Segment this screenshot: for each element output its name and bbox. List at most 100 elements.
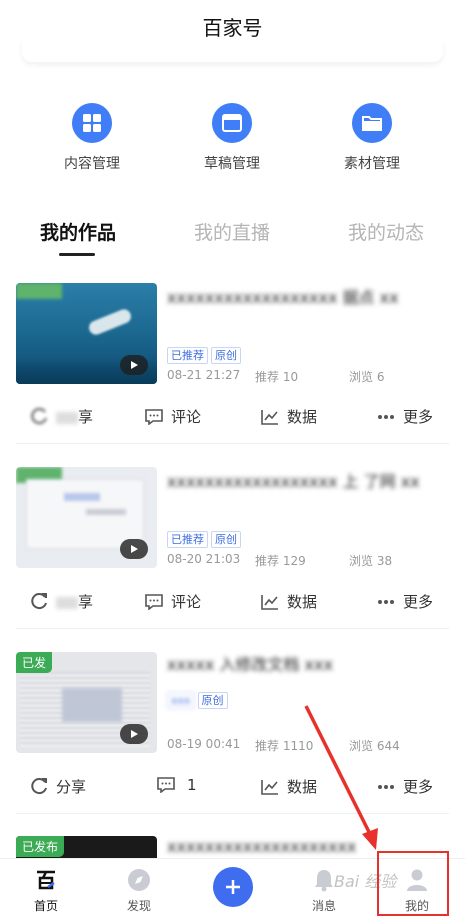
recommended-badge: 已推荐 (167, 347, 208, 364)
post-actions: 分享 1 数据 更多 (0, 776, 465, 816)
screenshot-content (64, 493, 100, 501)
original-badge: 原创 (211, 347, 241, 364)
play-icon (120, 539, 148, 559)
divider (16, 443, 449, 444)
more-button[interactable]: 更多 (377, 591, 433, 612)
post-meta: 08-19 00:41 推荐 1110 浏览 644 (167, 737, 452, 753)
draft-icon (212, 103, 252, 143)
comment-icon (145, 593, 163, 610)
recommended-badge: 已推荐 (167, 531, 208, 548)
post-date: 08-20 21:03 (167, 552, 241, 566)
page-title: 百家号 (202, 16, 263, 40)
post-recommend: 推荐 1110 (255, 739, 314, 753)
comment-label: 评论 (171, 593, 202, 611)
annotation-highlight-box (377, 851, 449, 916)
swimmer-figure (86, 307, 134, 337)
grid-icon (72, 103, 112, 143)
divider (16, 628, 449, 629)
data-label: 数据 (287, 778, 318, 796)
nav-home-label: 首页 (33, 899, 58, 913)
post-badges: xxx 原创 (167, 689, 231, 709)
post-thumbnail[interactable] (16, 283, 157, 384)
comment-label: 评论 (171, 408, 202, 426)
material-manage-button[interactable]: 素材管理 (312, 103, 432, 173)
share-icon (31, 407, 47, 424)
data-label: 数据 (287, 408, 318, 426)
share-button[interactable]: 享 (30, 406, 93, 427)
data-button[interactable]: 数据 (261, 776, 317, 797)
more-label: 更多 (403, 593, 434, 611)
post-badges: 已推荐 原创 (167, 528, 244, 548)
chart-line-icon (261, 779, 278, 795)
published-tag: 已发 (16, 652, 53, 673)
nav-messages-label: 消息 (311, 899, 336, 913)
post-badges: 已推荐 原创 (167, 344, 244, 364)
more-label: 更多 (403, 778, 434, 796)
post-recommend: 推荐 129 (255, 554, 306, 568)
post-title[interactable]: xxxxx 入修改文档 xxx (167, 652, 447, 677)
post-recommend: 推荐 10 (255, 370, 299, 384)
more-button[interactable]: 更多 (377, 776, 433, 797)
divider (16, 813, 449, 814)
original-badge: 原创 (211, 531, 241, 548)
comment-button[interactable]: 评论 (145, 406, 201, 427)
more-dots-icon (378, 784, 394, 789)
post-date: 08-19 00:41 (167, 737, 241, 751)
content-manage-button[interactable]: 内容管理 (32, 103, 152, 173)
share-label: 享 (78, 593, 94, 611)
folder-icon (352, 103, 392, 143)
original-badge: 原创 (197, 692, 228, 709)
comment-count: 1 (187, 776, 197, 794)
post-date: 08-21 21:27 (167, 368, 241, 382)
post-title[interactable]: xxxxxxxxxxxxxxxxxx 上 了网 xx (167, 469, 447, 494)
share-button[interactable]: 享 (30, 591, 93, 612)
post-thumbnail[interactable]: 已发布 (16, 836, 157, 858)
more-dots-icon (378, 599, 394, 604)
quick-action-label: 内容管理 (64, 156, 120, 172)
share-label: 享 (78, 408, 94, 426)
chart-line-icon (261, 409, 278, 425)
more-dots-icon (378, 414, 394, 419)
screenshot-content (86, 509, 126, 515)
plus-icon (226, 880, 240, 894)
comment-icon (145, 408, 163, 425)
tab-my-updates[interactable]: 我的动态 (348, 218, 424, 245)
nav-discover-label: 发现 (126, 899, 151, 913)
blurred-text (56, 411, 78, 424)
home-logo-icon (16, 867, 76, 893)
play-icon (120, 724, 148, 744)
blurred-tag (16, 283, 62, 299)
post-views: 浏览 644 (349, 739, 400, 753)
nav-discover[interactable]: 发现 (109, 867, 169, 914)
chart-line-icon (261, 594, 278, 610)
nav-home[interactable]: 首页 (16, 867, 76, 914)
post-actions: 享 评论 数据 更多 (0, 406, 465, 446)
post-views: 浏览 6 (349, 370, 385, 384)
tab-my-works[interactable]: 我的作品 (40, 218, 116, 245)
comment-button[interactable]: 评论 (145, 591, 201, 612)
post-actions: 享 评论 数据 更多 (0, 591, 465, 631)
post-views: 浏览 38 (349, 554, 393, 568)
blurred-text (56, 596, 78, 609)
tab-bar: 我的作品 我的直播 我的动态 (0, 216, 465, 258)
header-card (22, 40, 443, 62)
more-button[interactable]: 更多 (377, 406, 433, 427)
active-tab-indicator (59, 253, 95, 256)
post-thumbnail[interactable] (16, 467, 157, 568)
data-button[interactable]: 数据 (261, 406, 317, 427)
share-button[interactable]: 分享 (30, 776, 86, 797)
published-tag: 已发布 (16, 836, 65, 857)
blurred-badge: xxx (167, 692, 195, 709)
share-icon (31, 777, 47, 794)
post-thumbnail[interactable]: 已发 (16, 652, 157, 753)
share-label: 分享 (56, 778, 87, 796)
draft-manage-button[interactable]: 草稿管理 (172, 103, 292, 173)
comment-button[interactable]: 1 (157, 776, 197, 794)
publish-plus-button[interactable] (213, 867, 253, 907)
post-title[interactable]: xxxxxxxxxxxxxxxxxx 据点 xx (167, 285, 447, 310)
data-label: 数据 (287, 593, 318, 611)
tab-my-live[interactable]: 我的直播 (194, 218, 270, 245)
comment-icon (157, 777, 175, 793)
quick-action-label: 草稿管理 (204, 156, 260, 172)
data-button[interactable]: 数据 (261, 591, 317, 612)
